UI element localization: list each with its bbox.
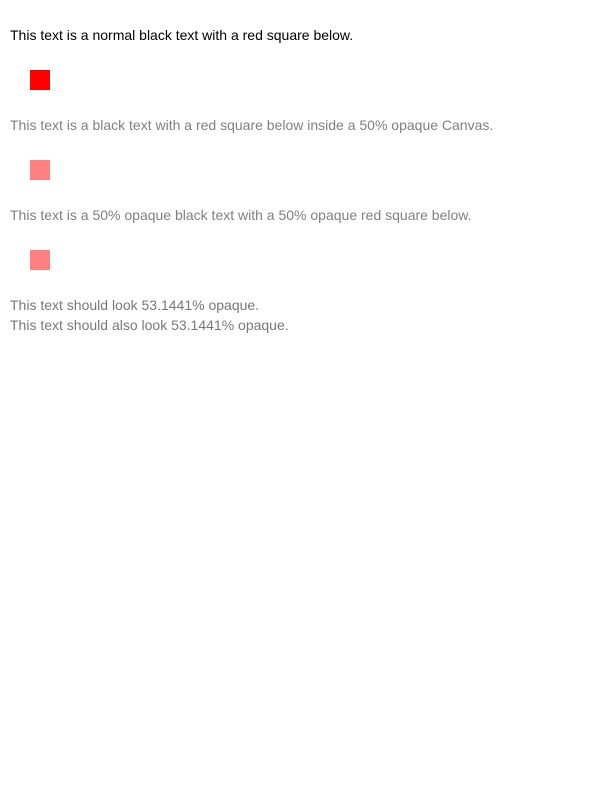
normal-black-text: This text is a normal black text with a … [10,27,354,43]
half-opaque-canvas-square [30,160,50,180]
red-square [30,70,50,90]
half-opaque-text: This text is a 50% opaque black text wit… [10,207,472,223]
half-opaque-red-square [30,250,50,270]
canvas-opacity-text: This text is a black text with a red squ… [10,117,494,133]
opacity-expectation-text-also: This text should also look 53.1441% opaq… [10,317,289,333]
opacity-expectation-text: This text should look 53.1441% opaque. [10,297,260,313]
